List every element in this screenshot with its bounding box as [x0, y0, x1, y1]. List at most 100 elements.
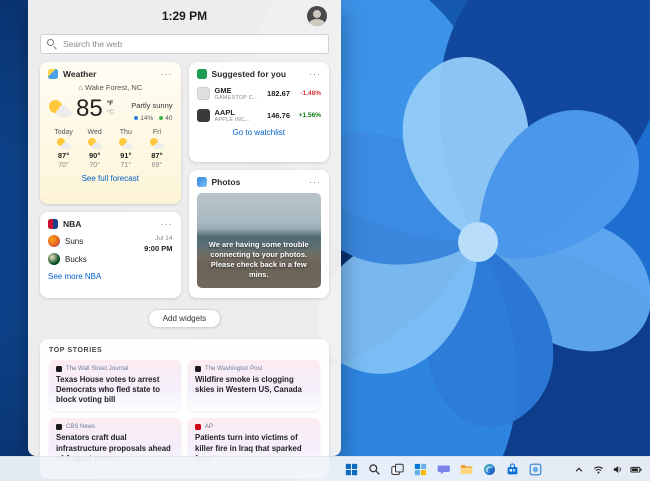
- story-source: CBS News: [56, 424, 174, 430]
- volume-icon[interactable]: [611, 464, 623, 476]
- nba-widget[interactable]: NBA ··· Suns Bucks: [40, 212, 181, 298]
- precipitation-icon: [134, 116, 138, 120]
- weather-meta: 14% 40: [131, 115, 172, 122]
- ap-logo-icon: [195, 424, 201, 430]
- stock-price: 146.76: [267, 111, 290, 120]
- story-source: The Washington Post: [195, 366, 313, 372]
- photos-more-button[interactable]: ···: [309, 178, 321, 186]
- suns-logo-icon: [48, 235, 60, 247]
- battery-icon[interactable]: [630, 464, 642, 476]
- nba-schedule: Jul 14 9:00 PM: [144, 235, 172, 265]
- aqi-icon: [159, 116, 163, 120]
- stock-row-gme[interactable]: GME GAMESTOP C... 182.67 -1.48%: [197, 86, 322, 101]
- beach-photo: We are having some trouble connecting to…: [197, 193, 322, 288]
- temperature-unit-toggle[interactable]: °F °C: [107, 100, 114, 117]
- photos-widget-title: Photos: [212, 177, 305, 187]
- story-card[interactable]: The Wall Street Journal Texas House vote…: [49, 360, 181, 411]
- weather-widget[interactable]: Weather ··· ⌂ Wake Forest, NC 85 °F °C: [40, 62, 181, 204]
- nba-widget-icon: [48, 219, 58, 229]
- widgets-grid: Weather ··· ⌂ Wake Forest, NC 85 °F °C: [40, 62, 329, 298]
- story-headline: Texas House votes to arrest Democrats wh…: [56, 375, 174, 405]
- edge-browser-icon[interactable]: [482, 462, 497, 477]
- partly-sunny-icon: [48, 100, 72, 117]
- weather-current: 85 °F °C Partly sunny 14% 40: [48, 95, 173, 122]
- search-input[interactable]: [40, 34, 329, 54]
- taskbar-center-icons: [344, 457, 543, 481]
- weather-condition-block: Partly sunny 14% 40: [131, 95, 172, 122]
- microsoft-store-icon[interactable]: [505, 462, 520, 477]
- stock-change: -1.48%: [295, 90, 321, 97]
- widgets-panel-header: 1:29 PM: [40, 0, 329, 32]
- go-to-watchlist-link[interactable]: Go to watchlist: [197, 128, 322, 137]
- taskbar: [0, 456, 650, 481]
- nba-team-row: Suns: [48, 235, 144, 247]
- weather-widget-header: Weather ···: [48, 69, 173, 79]
- nba-widget-title: NBA: [63, 219, 156, 229]
- top-stories-grid: The Wall Street Journal Texas House vote…: [49, 360, 320, 470]
- photos-app-icon[interactable]: [528, 462, 543, 477]
- story-card[interactable]: The Washington Post Wildfire smoke is cl…: [188, 360, 320, 411]
- stocks-widget-title: Suggested for you: [212, 69, 305, 79]
- partly-sunny-icon: [118, 138, 133, 149]
- partly-sunny-icon: [87, 138, 102, 149]
- see-more-nba-link[interactable]: See more NBA: [48, 272, 173, 281]
- stock-change: +1.56%: [295, 112, 321, 119]
- stock-identity: GME GAMESTOP C...: [215, 86, 263, 101]
- tray-chevron-up-icon[interactable]: [573, 464, 585, 476]
- user-avatar[interactable]: [307, 6, 327, 26]
- widgets-taskbar-icon[interactable]: [413, 462, 428, 477]
- weather-more-button[interactable]: ···: [161, 70, 173, 78]
- add-widgets-button[interactable]: Add widgets: [148, 309, 222, 328]
- photos-widget-icon: [197, 177, 207, 187]
- taskbar-system-tray: [573, 457, 642, 481]
- stock-row-aapl[interactable]: AAPL APPLE INC... 146.76 +1.56%: [197, 108, 322, 123]
- gme-logo-icon: [197, 87, 210, 100]
- wsj-logo-icon: [56, 366, 62, 372]
- nba-team-row: Bucks: [48, 253, 144, 265]
- unit-fahrenheit[interactable]: °F: [107, 100, 114, 108]
- nba-widget-header: NBA ···: [48, 219, 173, 229]
- stock-price: 182.67: [267, 89, 290, 98]
- unit-celsius[interactable]: °C: [107, 109, 114, 117]
- photos-widget-header: Photos ···: [197, 177, 322, 187]
- weather-widget-title: Weather: [63, 69, 156, 79]
- stocks-more-button[interactable]: ···: [309, 70, 321, 78]
- desktop: 1:29 PM Weather ··· ⌂ Wake For: [0, 0, 650, 481]
- widgets-panel: 1:29 PM Weather ··· ⌂ Wake For: [28, 0, 341, 456]
- panel-clock: 1:29 PM: [40, 9, 329, 23]
- bucks-logo-icon: [48, 253, 60, 265]
- partly-sunny-icon: [56, 138, 71, 149]
- air-quality: 40: [159, 115, 172, 122]
- nba-game: Suns Bucks Jul 14 9:00 PM: [48, 235, 173, 265]
- nba-more-button[interactable]: ···: [161, 220, 173, 228]
- photos-error-message: We are having some trouble connecting to…: [203, 240, 316, 281]
- stocks-widget-header: Suggested for you ···: [197, 69, 322, 79]
- search-icon: [47, 39, 54, 46]
- start-button[interactable]: [344, 462, 359, 477]
- task-view-icon[interactable]: [390, 462, 405, 477]
- file-explorer-icon[interactable]: [459, 462, 474, 477]
- forecast-day: Fri 87° 69°: [141, 129, 172, 169]
- network-icon[interactable]: [592, 464, 604, 476]
- precipitation: 14%: [134, 115, 153, 122]
- story-source: The Wall Street Journal: [56, 366, 174, 372]
- stocks-widget[interactable]: Suggested for you ··· GME GAMESTOP C... …: [189, 62, 330, 162]
- forecast-day: Thu 91° 71°: [110, 129, 141, 169]
- web-search-bar: [40, 34, 329, 54]
- weather-widget-icon: [48, 69, 58, 79]
- weather-location: ⌂ Wake Forest, NC: [48, 83, 173, 92]
- chat-icon[interactable]: [436, 462, 451, 477]
- search-taskbar-icon[interactable]: [367, 462, 382, 477]
- widgets-column-left: Weather ··· ⌂ Wake Forest, NC 85 °F °C: [40, 62, 181, 298]
- weather-condition: Partly sunny: [131, 101, 172, 110]
- nba-game-time: 9:00 PM: [144, 244, 172, 253]
- partly-sunny-icon: [149, 138, 164, 149]
- add-widgets-row: Add widgets: [40, 308, 329, 328]
- weather-forecast: Today 87° 70° Wed 90° 70° Thu: [48, 129, 173, 169]
- forecast-day: Wed 90° 70°: [79, 129, 110, 169]
- stocks-widget-icon: [197, 69, 207, 79]
- photos-widget[interactable]: Photos ··· We are having some trouble co…: [189, 170, 330, 298]
- washington-post-logo-icon: [195, 366, 201, 372]
- aapl-logo-icon: [197, 109, 210, 122]
- see-full-forecast-link[interactable]: See full forecast: [48, 174, 173, 183]
